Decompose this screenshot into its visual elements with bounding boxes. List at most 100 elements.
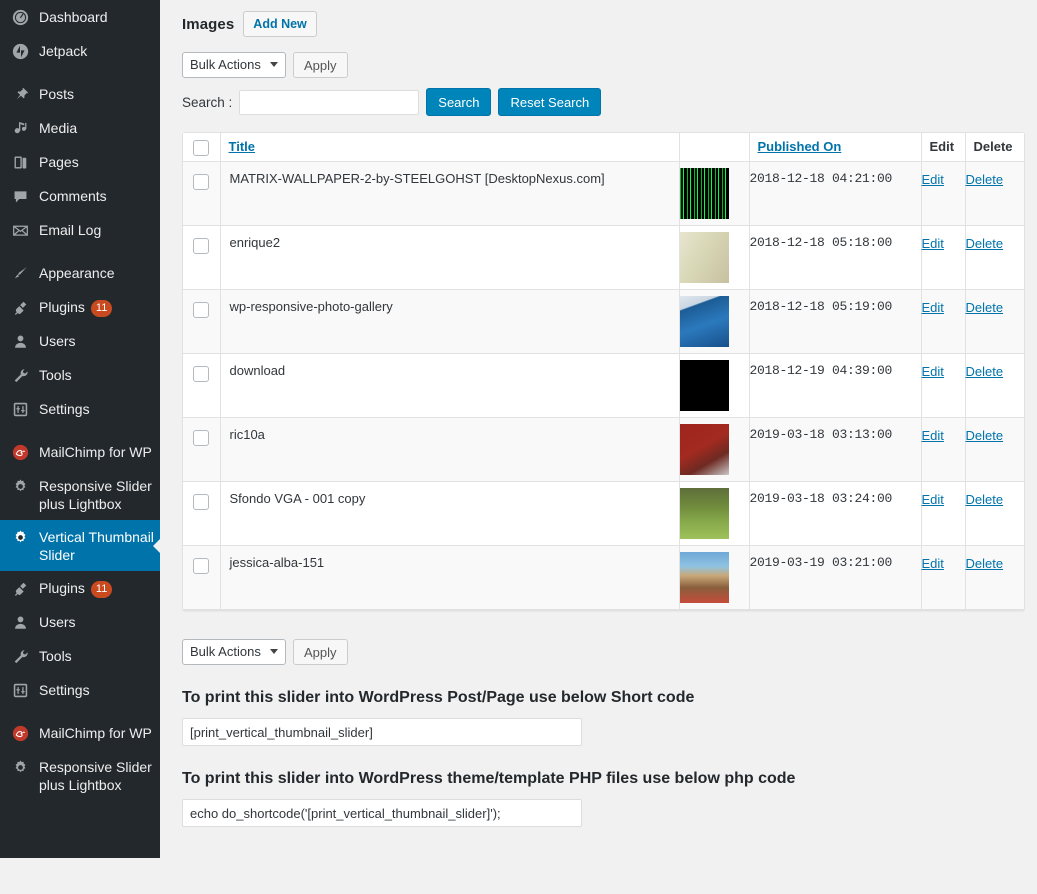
row-published-on: 2018-12-19 04:39:00 bbox=[749, 353, 921, 418]
published-on-sort-link[interactable]: Published On bbox=[758, 139, 842, 154]
row-title: Sfondo VGA - 001 copy bbox=[220, 481, 679, 546]
edit-link[interactable]: Edit bbox=[922, 364, 944, 379]
delete-link[interactable]: Delete bbox=[966, 492, 1004, 507]
sidebar-group: Appearance Plugins 11 Users Tools Settings bbox=[0, 256, 160, 426]
gear-icon bbox=[10, 757, 30, 777]
delete-link[interactable]: Delete bbox=[966, 364, 1004, 379]
thumbnail-image bbox=[679, 232, 729, 283]
row-select-cell bbox=[183, 225, 221, 290]
shortcode-input[interactable] bbox=[182, 718, 582, 746]
sidebar-item-settings[interactable]: Settings bbox=[0, 392, 160, 426]
sidebar-item-appearance[interactable]: Appearance bbox=[0, 256, 160, 290]
select-all-header bbox=[183, 133, 221, 162]
pages-icon bbox=[10, 152, 30, 172]
sidebar-item-users[interactable]: Users bbox=[0, 605, 160, 639]
sidebar-separator bbox=[0, 68, 160, 77]
add-new-button[interactable]: Add New bbox=[243, 11, 317, 37]
sidebar-item-media[interactable]: Media bbox=[0, 111, 160, 145]
row-thumbnail-cell bbox=[679, 417, 749, 482]
sidebar-item-responsive-slider-plus-lightbox[interactable]: Responsive Slider plus Lightbox bbox=[0, 469, 160, 520]
edit-link[interactable]: Edit bbox=[922, 172, 944, 187]
thumbnail-image bbox=[679, 552, 729, 603]
sidebar-item-responsive-slider-plus-lightbox[interactable]: Responsive Slider plus Lightbox bbox=[0, 750, 160, 801]
apply-button-top[interactable]: Apply bbox=[293, 52, 348, 78]
jetpack-icon bbox=[10, 41, 30, 61]
sidebar-item-mailchimp-for-wp[interactable]: MailChimp for WP bbox=[0, 716, 160, 750]
sidebar-item-users[interactable]: Users bbox=[0, 324, 160, 358]
row-title: enrique2 bbox=[220, 225, 679, 290]
edit-link[interactable]: Edit bbox=[922, 492, 944, 507]
bulk-actions-select-bottom[interactable]: Bulk Actions bbox=[182, 639, 286, 665]
sidebar-item-label: Responsive Slider plus Lightbox bbox=[39, 478, 152, 512]
title-sort-link[interactable]: Title bbox=[229, 139, 256, 154]
title-header: Title bbox=[220, 133, 680, 162]
bulk-actions-select-bottom-label: Bulk Actions bbox=[190, 644, 261, 659]
sidebar-item-plugins[interactable]: Plugins 11 bbox=[0, 290, 160, 324]
content-area: Images Add New Bulk Actions Apply Search… bbox=[160, 0, 1037, 894]
thumbnail-image bbox=[679, 296, 729, 347]
thumbnail-header bbox=[679, 133, 750, 162]
page-title: Images bbox=[182, 15, 235, 33]
table-row: jessica-alba-151 2019-03-19 03:21:00 Edit D… bbox=[183, 545, 1024, 610]
row-thumbnail-cell bbox=[679, 289, 749, 354]
row-title: ric10a bbox=[220, 417, 679, 482]
row-checkbox[interactable] bbox=[193, 238, 210, 254]
row-checkbox[interactable] bbox=[193, 366, 210, 382]
apply-button-bottom[interactable]: Apply bbox=[293, 639, 348, 665]
search-input[interactable] bbox=[239, 89, 420, 115]
edit-header-label: Edit bbox=[929, 139, 955, 154]
sidebar-item-email-log[interactable]: Email Log bbox=[0, 213, 160, 247]
row-published-on: 2019-03-19 03:21:00 bbox=[749, 545, 921, 610]
sidebar-item-tools[interactable]: Tools bbox=[0, 639, 160, 673]
sidebar-separator bbox=[0, 707, 160, 716]
sidebar-item-label: Users bbox=[39, 333, 76, 349]
row-published-on: 2019-03-18 03:13:00 bbox=[749, 417, 921, 482]
edit-link[interactable]: Edit bbox=[922, 300, 944, 315]
sidebar-item-label: Users bbox=[39, 614, 76, 630]
sidebar-group: MailChimp for WP Responsive Slider plus L… bbox=[0, 435, 161, 707]
shortcode-heading: To print this slider into WordPress Post… bbox=[182, 689, 695, 706]
row-select-cell bbox=[183, 417, 221, 482]
row-title: MATRIX-WALLPAPER-2-by-STEELGOHST [Deskto… bbox=[220, 161, 679, 226]
sidebar-item-tools[interactable]: Tools bbox=[0, 358, 160, 392]
row-thumbnail-cell bbox=[679, 225, 749, 290]
row-checkbox[interactable] bbox=[193, 558, 210, 574]
sidebar-item-vertical-thumbnail-slider[interactable]: Vertical Thumbnail Slider bbox=[0, 520, 161, 571]
row-edit-cell: Edit bbox=[921, 353, 965, 418]
row-select-cell bbox=[183, 481, 221, 546]
row-edit-cell: Edit bbox=[921, 161, 965, 226]
row-thumbnail-cell bbox=[679, 545, 749, 610]
sidebar-item-dashboard[interactable]: Dashboard bbox=[0, 0, 160, 34]
row-thumbnail-cell bbox=[679, 481, 749, 546]
sidebar-item-pages[interactable]: Pages bbox=[0, 145, 160, 179]
delete-link[interactable]: Delete bbox=[966, 236, 1004, 251]
reset-search-button[interactable]: Reset Search bbox=[498, 88, 602, 116]
bulk-actions-select-top[interactable]: Bulk Actions bbox=[182, 52, 286, 78]
delete-link[interactable]: Delete bbox=[966, 428, 1004, 443]
row-checkbox[interactable] bbox=[193, 174, 210, 190]
select-all-checkbox[interactable] bbox=[193, 140, 210, 156]
table-row: ric10a 2019-03-18 03:13:00 Edit Delete bbox=[183, 417, 1024, 482]
search-button[interactable]: Search bbox=[426, 88, 492, 116]
row-edit-cell: Edit bbox=[921, 481, 965, 546]
row-checkbox[interactable] bbox=[193, 494, 210, 510]
sidebar-item-mailchimp-for-wp[interactable]: MailChimp for WP bbox=[0, 435, 160, 469]
comment-icon bbox=[10, 186, 30, 206]
row-checkbox[interactable] bbox=[193, 430, 210, 446]
sidebar-item-posts[interactable]: Posts bbox=[0, 77, 160, 111]
php-code-input[interactable] bbox=[182, 799, 582, 827]
table-row: enrique2 2018-12-18 05:18:00 Edit Delete bbox=[183, 225, 1024, 290]
delete-link[interactable]: Delete bbox=[966, 556, 1004, 571]
delete-link[interactable]: Delete bbox=[966, 300, 1004, 315]
sidebar-item-comments[interactable]: Comments bbox=[0, 179, 160, 213]
edit-link[interactable]: Edit bbox=[922, 556, 944, 571]
row-delete-cell: Delete bbox=[965, 545, 1024, 610]
sidebar-item-settings[interactable]: Settings bbox=[0, 673, 160, 707]
delete-link[interactable]: Delete bbox=[966, 172, 1004, 187]
row-checkbox[interactable] bbox=[193, 302, 210, 318]
sidebar-item-plugins[interactable]: Plugins 11 bbox=[0, 571, 160, 605]
edit-link[interactable]: Edit bbox=[922, 236, 944, 251]
edit-link[interactable]: Edit bbox=[922, 428, 944, 443]
sidebar-item-jetpack[interactable]: Jetpack bbox=[0, 34, 160, 68]
row-thumbnail-cell bbox=[679, 161, 749, 226]
